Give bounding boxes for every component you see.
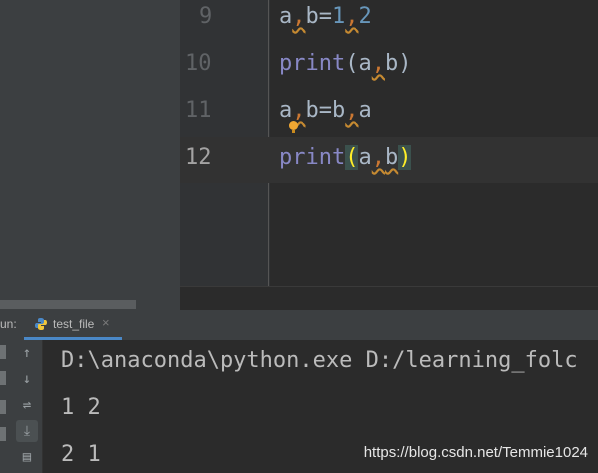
code-token: ,: [371, 51, 385, 76]
code-token: ,: [292, 4, 306, 29]
code-token: ): [398, 51, 412, 76]
console-line: 2 1: [61, 442, 101, 467]
code-line[interactable]: a,b=b,a: [279, 98, 372, 123]
code-token: b: [384, 145, 399, 170]
line-number: 9: [199, 4, 213, 29]
code-token: ,: [345, 4, 359, 29]
restore-layout-icon[interactable]: [0, 400, 6, 414]
code-token: a: [358, 145, 372, 170]
code-token: b: [305, 4, 319, 29]
code-token: b: [305, 98, 319, 123]
code-token: ,: [292, 98, 306, 123]
stop-icon[interactable]: [0, 371, 6, 385]
matched-paren: (: [345, 145, 359, 170]
watermark: https://blog.csdn.net/Temmie1024: [363, 444, 588, 461]
code-line[interactable]: a,b=1,2: [279, 4, 372, 29]
code-token: a: [279, 98, 293, 123]
console-line: D:\anaconda\python.exe D:/learning_folc: [61, 348, 578, 373]
scroll-up-icon[interactable]: ↑: [16, 342, 38, 364]
code-token: 2: [358, 4, 372, 29]
print-icon[interactable]: ▤: [16, 446, 38, 468]
python-icon: [35, 318, 47, 330]
console-toolbar: ↑ ↓ ⇌ ⤓ ▤: [12, 340, 43, 473]
code-token: print: [279, 145, 346, 170]
code-token: a: [279, 4, 293, 29]
line-number: 10: [185, 51, 212, 76]
code-line[interactable]: print(a,b): [279, 51, 411, 76]
code-token: print: [279, 51, 346, 76]
code-token: (: [345, 51, 359, 76]
soft-wrap-icon[interactable]: ⇌: [16, 394, 38, 416]
code-token: =: [318, 4, 332, 29]
line-number: 12: [185, 145, 212, 170]
code-token: ,: [371, 145, 385, 170]
code-token: a: [358, 98, 372, 123]
scroll-to-end-icon[interactable]: ⤓: [16, 420, 38, 442]
code-token: b: [332, 98, 346, 123]
matched-paren: ): [398, 145, 412, 170]
run-label: un:: [0, 317, 17, 331]
code-token: =: [318, 98, 332, 123]
code-token: 1: [332, 4, 346, 29]
lightbulb-icon[interactable]: [289, 121, 298, 133]
editor-bottom-area: [180, 286, 598, 311]
settings-icon[interactable]: [0, 427, 6, 441]
console-line: 1 2: [61, 395, 101, 420]
tab-label: test_file: [53, 317, 95, 331]
code-token: b: [384, 51, 399, 76]
close-icon[interactable]: ×: [102, 315, 110, 330]
project-panel-edge: [0, 0, 180, 310]
code-line[interactable]: print(a,b): [279, 145, 412, 170]
code-token: a: [358, 51, 372, 76]
run-tab-test-file[interactable]: test_file ×: [24, 311, 122, 340]
line-number: 11: [185, 98, 212, 123]
scroll-down-icon[interactable]: ↓: [16, 368, 38, 390]
code-token: ,: [345, 98, 359, 123]
rerun-icon[interactable]: [0, 345, 6, 359]
project-panel-scrollbar[interactable]: [0, 300, 136, 309]
